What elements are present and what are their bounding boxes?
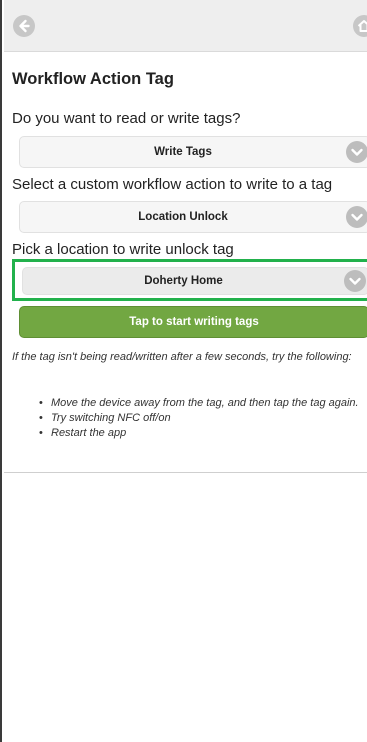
- location-value: Doherty Home: [144, 275, 223, 287]
- page-title: Workflow Action Tag: [12, 70, 174, 88]
- arrow-left-icon: [19, 19, 30, 33]
- read-write-select[interactable]: Write Tags: [19, 136, 367, 168]
- chevron-down-icon: [346, 206, 367, 228]
- location-select-highlight: Doherty Home: [12, 259, 367, 301]
- chevron-down-icon: [344, 270, 366, 292]
- workflow-action-label: Select a custom workflow action to write…: [12, 176, 333, 193]
- workflow-action-select[interactable]: Location Unlock: [19, 201, 367, 233]
- home-button[interactable]: [353, 15, 367, 37]
- list-item: Try switching NFC off/on: [39, 411, 365, 426]
- home-icon: [357, 20, 367, 32]
- back-button[interactable]: [13, 15, 35, 37]
- app-screen: Workflow Action Tag Do you want to read …: [0, 0, 367, 742]
- list-item: Move the device away from the tag, and t…: [39, 396, 365, 411]
- location-label: Pick a location to write unlock tag: [12, 241, 234, 258]
- help-text: If the tag isn't being read/written afte…: [12, 351, 352, 363]
- workflow-action-value: Location Unlock: [138, 211, 228, 223]
- location-select[interactable]: Doherty Home: [22, 267, 367, 295]
- read-write-value: Write Tags: [154, 146, 212, 158]
- read-write-label: Do you want to read or write tags?: [12, 110, 241, 127]
- app-header: [4, 0, 367, 52]
- divider: [4, 472, 367, 473]
- list-item: Restart the app: [39, 426, 365, 441]
- start-writing-button[interactable]: Tap to start writing tags: [19, 306, 367, 338]
- chevron-down-icon: [346, 141, 367, 163]
- help-tips-list: Move the device away from the tag, and t…: [39, 396, 365, 441]
